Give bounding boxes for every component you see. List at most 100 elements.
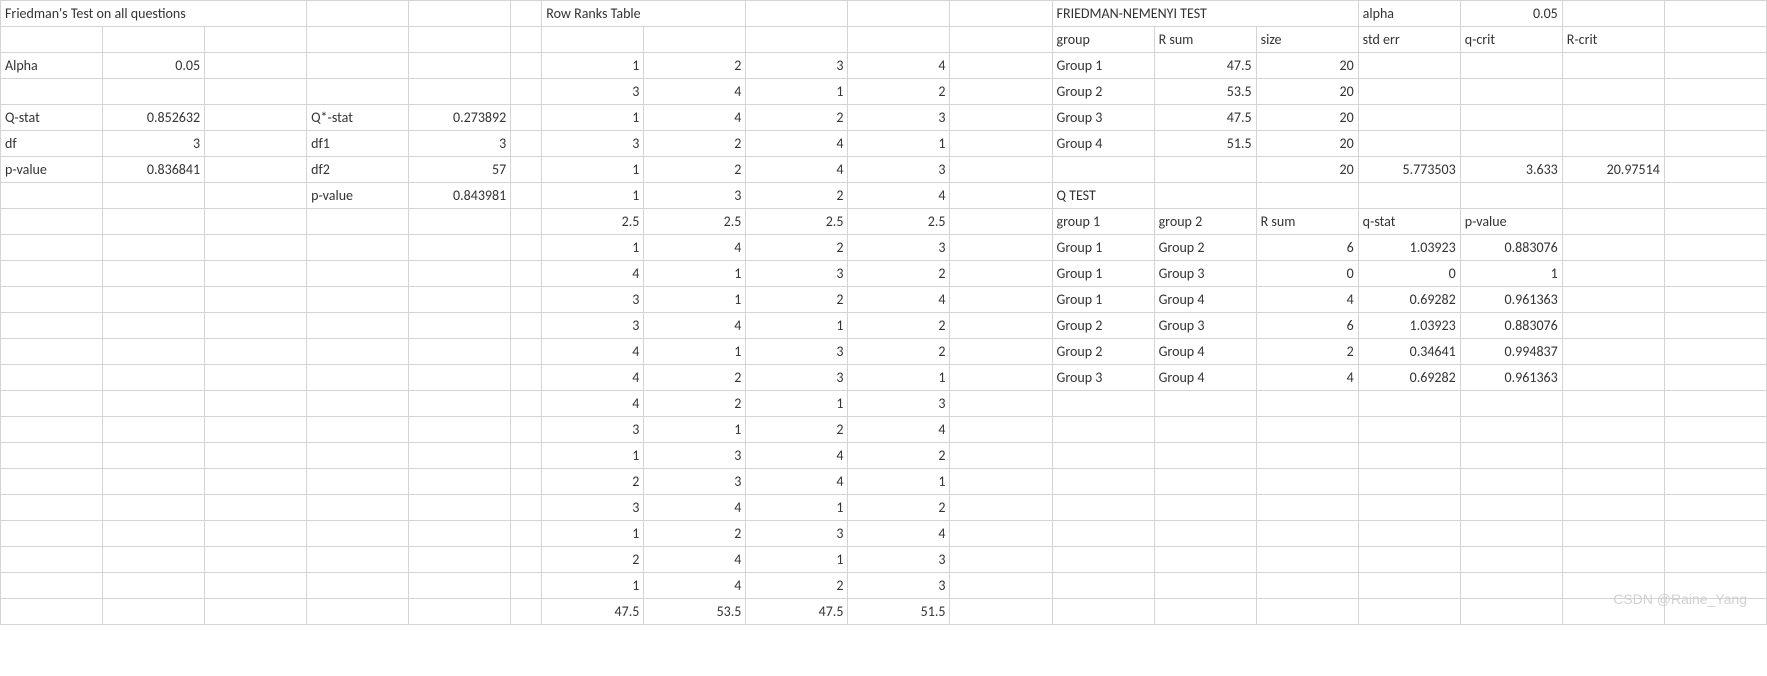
rank-cell[interactable]: 2 — [542, 469, 644, 495]
rank-cell[interactable]: 3 — [542, 495, 644, 521]
rank-cell[interactable]: 1 — [542, 183, 644, 209]
rank-cell[interactable]: 2 — [746, 235, 848, 261]
nemenyi-alpha-label[interactable]: alpha — [1358, 1, 1460, 27]
nemenyi-group-rsum[interactable]: 47.5 — [1154, 53, 1256, 79]
rank-cell[interactable]: 3 — [542, 79, 644, 105]
qtest-rsum[interactable]: 6 — [1256, 313, 1358, 339]
rank-cell[interactable]: 3 — [746, 521, 848, 547]
df-value[interactable]: 3 — [103, 131, 205, 157]
nemenyi-header-group[interactable]: group — [1052, 27, 1154, 53]
rank-cell[interactable]: 3 — [848, 391, 950, 417]
rank-cell[interactable]: 3 — [542, 287, 644, 313]
qtest-pvalue[interactable]: 0.961363 — [1460, 287, 1562, 313]
rank-cell[interactable]: 4 — [848, 53, 950, 79]
qstat-value[interactable]: 0.852632 — [103, 105, 205, 131]
rank-cell[interactable]: 4 — [644, 235, 746, 261]
nemenyi-group-size[interactable]: 20 — [1256, 53, 1358, 79]
nemenyi-summary-rcrit[interactable]: 20.97514 — [1562, 157, 1664, 183]
rank-sum[interactable]: 53.5 — [644, 599, 746, 625]
rank-cell[interactable]: 3 — [848, 157, 950, 183]
nemenyi-group-name[interactable]: Group 2 — [1052, 79, 1154, 105]
nemenyi-summary-size[interactable]: 20 — [1256, 157, 1358, 183]
rank-cell[interactable]: 1 — [746, 79, 848, 105]
rank-cell[interactable]: 3 — [644, 183, 746, 209]
qtest-header-rsum[interactable]: R sum — [1256, 209, 1358, 235]
qtest-pvalue[interactable]: 0.883076 — [1460, 235, 1562, 261]
nemenyi-header-rcrit[interactable]: R-crit — [1562, 27, 1664, 53]
rank-cell[interactable]: 2.5 — [746, 209, 848, 235]
rank-cell[interactable]: 2 — [644, 53, 746, 79]
rank-cell[interactable]: 1 — [542, 105, 644, 131]
rank-cell[interactable]: 3 — [542, 313, 644, 339]
rank-cell[interactable]: 4 — [746, 131, 848, 157]
rank-sum[interactable]: 51.5 — [848, 599, 950, 625]
qtest-g2[interactable]: Group 3 — [1154, 261, 1256, 287]
nemenyi-summary-qcrit[interactable]: 3.633 — [1460, 157, 1562, 183]
nemenyi-title[interactable]: FRIEDMAN-NEMENYI TEST — [1052, 1, 1358, 27]
nemenyi-group-rsum[interactable]: 53.5 — [1154, 79, 1256, 105]
qtest-qstat[interactable]: 0.69282 — [1358, 365, 1460, 391]
nemenyi-group-name[interactable]: Group 1 — [1052, 53, 1154, 79]
nemenyi-group-rsum[interactable]: 51.5 — [1154, 131, 1256, 157]
rank-cell[interactable]: 1 — [542, 53, 644, 79]
qtest-rsum[interactable]: 0 — [1256, 261, 1358, 287]
qtest-title[interactable]: Q TEST — [1052, 183, 1154, 209]
rank-sum[interactable]: 47.5 — [542, 599, 644, 625]
rank-cell[interactable]: 2 — [746, 417, 848, 443]
rank-cell[interactable]: 4 — [848, 183, 950, 209]
rank-cell[interactable]: 3 — [644, 469, 746, 495]
qtest-rsum[interactable]: 4 — [1256, 287, 1358, 313]
qtest-g1[interactable]: Group 2 — [1052, 313, 1154, 339]
rank-cell[interactable]: 4 — [542, 365, 644, 391]
qstar-label[interactable]: Q*-stat — [307, 105, 409, 131]
df-label[interactable]: df — [1, 131, 103, 157]
rank-cell[interactable]: 1 — [542, 573, 644, 599]
rank-cell[interactable]: 4 — [644, 313, 746, 339]
rank-cell[interactable]: 2 — [848, 261, 950, 287]
rank-cell[interactable]: 1 — [746, 391, 848, 417]
qtest-pvalue[interactable]: 0.883076 — [1460, 313, 1562, 339]
qtest-rsum[interactable]: 2 — [1256, 339, 1358, 365]
qtest-g1[interactable]: Group 2 — [1052, 339, 1154, 365]
rank-cell[interactable]: 1 — [746, 313, 848, 339]
qtest-g1[interactable]: Group 3 — [1052, 365, 1154, 391]
qtest-g1[interactable]: Group 1 — [1052, 235, 1154, 261]
rank-cell[interactable]: 4 — [746, 157, 848, 183]
rank-cell[interactable]: 2 — [848, 79, 950, 105]
qtest-g1[interactable]: Group 1 — [1052, 261, 1154, 287]
rank-cell[interactable]: 3 — [746, 339, 848, 365]
rank-cell[interactable]: 4 — [542, 261, 644, 287]
rank-cell[interactable]: 3 — [644, 443, 746, 469]
qtest-rsum[interactable]: 6 — [1256, 235, 1358, 261]
rank-cell[interactable]: 2 — [644, 521, 746, 547]
qtest-header-qstat[interactable]: q-stat — [1358, 209, 1460, 235]
rank-cell[interactable]: 3 — [848, 547, 950, 573]
rank-cell[interactable]: 1 — [542, 443, 644, 469]
spreadsheet-grid[interactable]: Friedman's Test on all questions Row Ran… — [0, 0, 1767, 625]
rank-cell[interactable]: 4 — [848, 417, 950, 443]
qtest-g2[interactable]: Group 2 — [1154, 235, 1256, 261]
rank-cell[interactable]: 1 — [746, 495, 848, 521]
rank-cell[interactable]: 3 — [746, 53, 848, 79]
qtest-header-g1[interactable]: group 1 — [1052, 209, 1154, 235]
df1-label[interactable]: df1 — [307, 131, 409, 157]
nemenyi-group-size[interactable]: 20 — [1256, 131, 1358, 157]
nemenyi-alpha-value[interactable]: 0.05 — [1460, 1, 1562, 27]
qtest-g2[interactable]: Group 4 — [1154, 365, 1256, 391]
qtest-pvalue[interactable]: 0.961363 — [1460, 365, 1562, 391]
qtest-g1[interactable]: Group 1 — [1052, 287, 1154, 313]
rank-cell[interactable]: 1 — [542, 235, 644, 261]
rank-cell[interactable]: 4 — [848, 521, 950, 547]
nemenyi-header-qcrit[interactable]: q-crit — [1460, 27, 1562, 53]
qtest-g2[interactable]: Group 4 — [1154, 339, 1256, 365]
rank-cell[interactable]: 2 — [746, 287, 848, 313]
df1-value[interactable]: 3 — [409, 131, 511, 157]
rank-cell[interactable]: 2 — [848, 313, 950, 339]
nemenyi-header-rsum[interactable]: R sum — [1154, 27, 1256, 53]
rank-cell[interactable]: 4 — [644, 495, 746, 521]
rank-cell[interactable]: 2 — [746, 105, 848, 131]
rank-cell[interactable]: 4 — [746, 469, 848, 495]
df2-label[interactable]: df2 — [307, 157, 409, 183]
qtest-g2[interactable]: Group 4 — [1154, 287, 1256, 313]
qtest-pvalue[interactable]: 0.994837 — [1460, 339, 1562, 365]
